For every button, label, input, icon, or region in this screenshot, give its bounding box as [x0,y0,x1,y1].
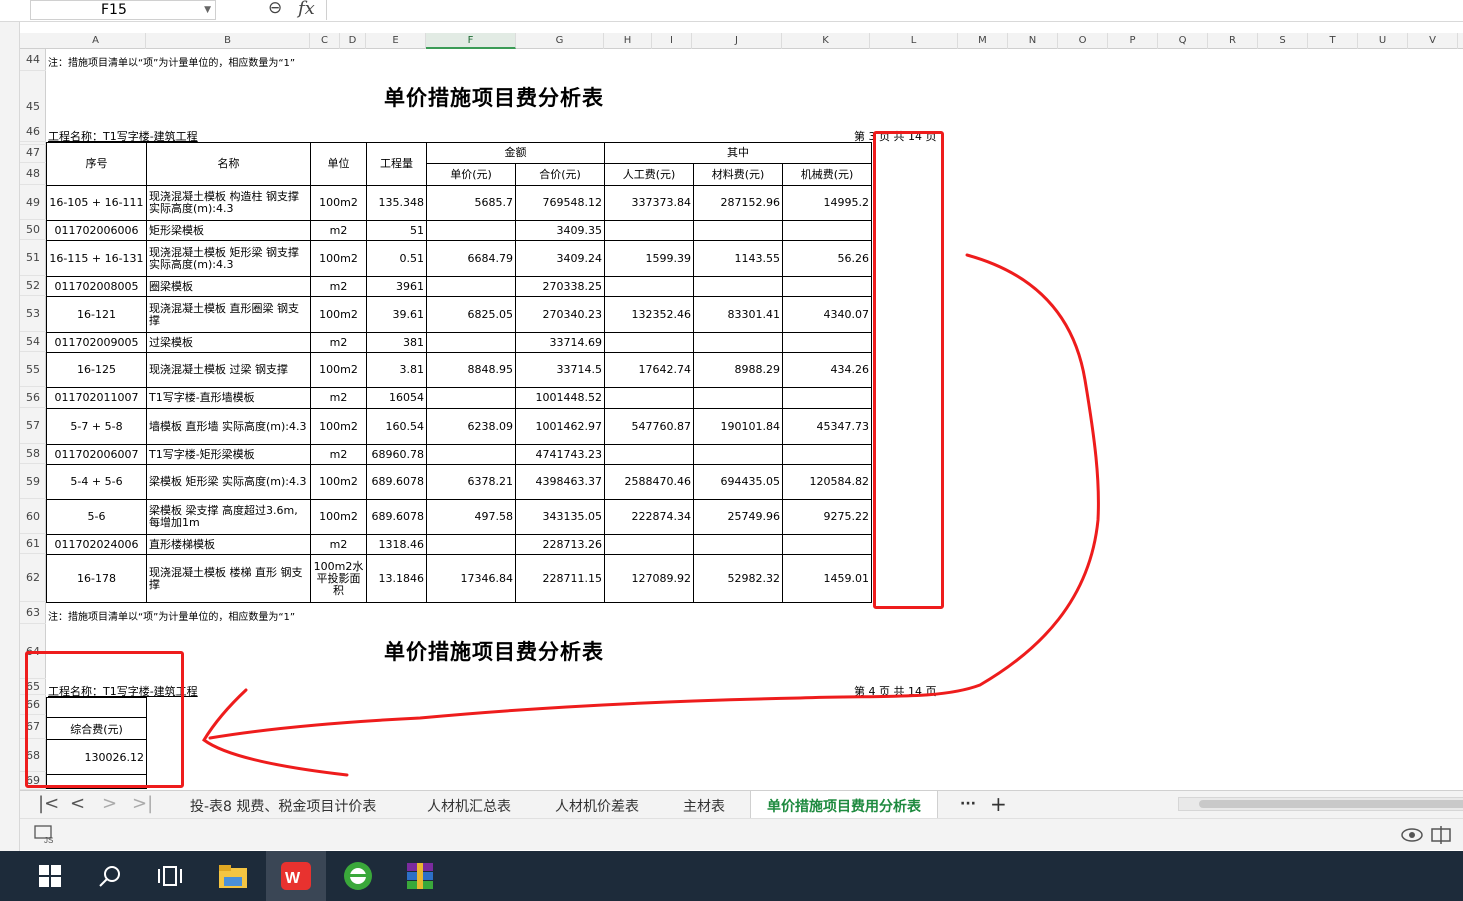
tab-materials-summary[interactable]: 人材机汇总表 [427,796,511,816]
annotation-arrow [202,253,1100,777]
view-layout-icon[interactable] [1430,825,1454,845]
macro-record-icon[interactable]: JS [34,825,56,845]
last-sheet-icon[interactable]: >| [132,793,153,814]
status-bar: JS [20,818,1463,850]
svg-text:JS: JS [44,836,53,845]
next-sheet-icon[interactable]: > [102,793,117,814]
eye-protection-icon[interactable] [1400,825,1424,845]
horizontal-scrollbar[interactable] [1178,797,1463,811]
tab-price-difference[interactable]: 人材机价差表 [555,796,639,816]
browser-icon[interactable] [328,851,388,901]
tab-fees-taxes[interactable]: 投-表8 规费、税金项目计价表 [190,796,376,816]
archive-app-icon[interactable] [390,851,450,901]
prev-sheet-icon[interactable]: < [70,793,85,814]
search-icon[interactable] [80,851,140,901]
tab-unit-price-analysis[interactable]: 单价措施项目费用分析表 [750,791,938,819]
taskbar: W [0,851,1463,901]
svg-text:W: W [285,870,301,887]
first-sheet-icon[interactable]: |< [38,793,59,814]
tab-main-materials[interactable]: 主材表 [683,796,725,816]
more-tabs-icon[interactable]: ··· [960,796,976,812]
add-sheet-icon[interactable]: + [990,792,1007,816]
windows-start-icon[interactable] [20,851,80,901]
file-explorer-icon[interactable] [203,851,263,901]
sheet-tab-bar: |< < > >| 投-表8 规费、税金项目计价表 人材机汇总表 人材机价差表 … [20,790,1463,819]
scroll-thumb[interactable] [1199,800,1463,808]
wps-app-icon[interactable]: W [266,851,326,901]
task-view-icon[interactable] [140,851,200,901]
